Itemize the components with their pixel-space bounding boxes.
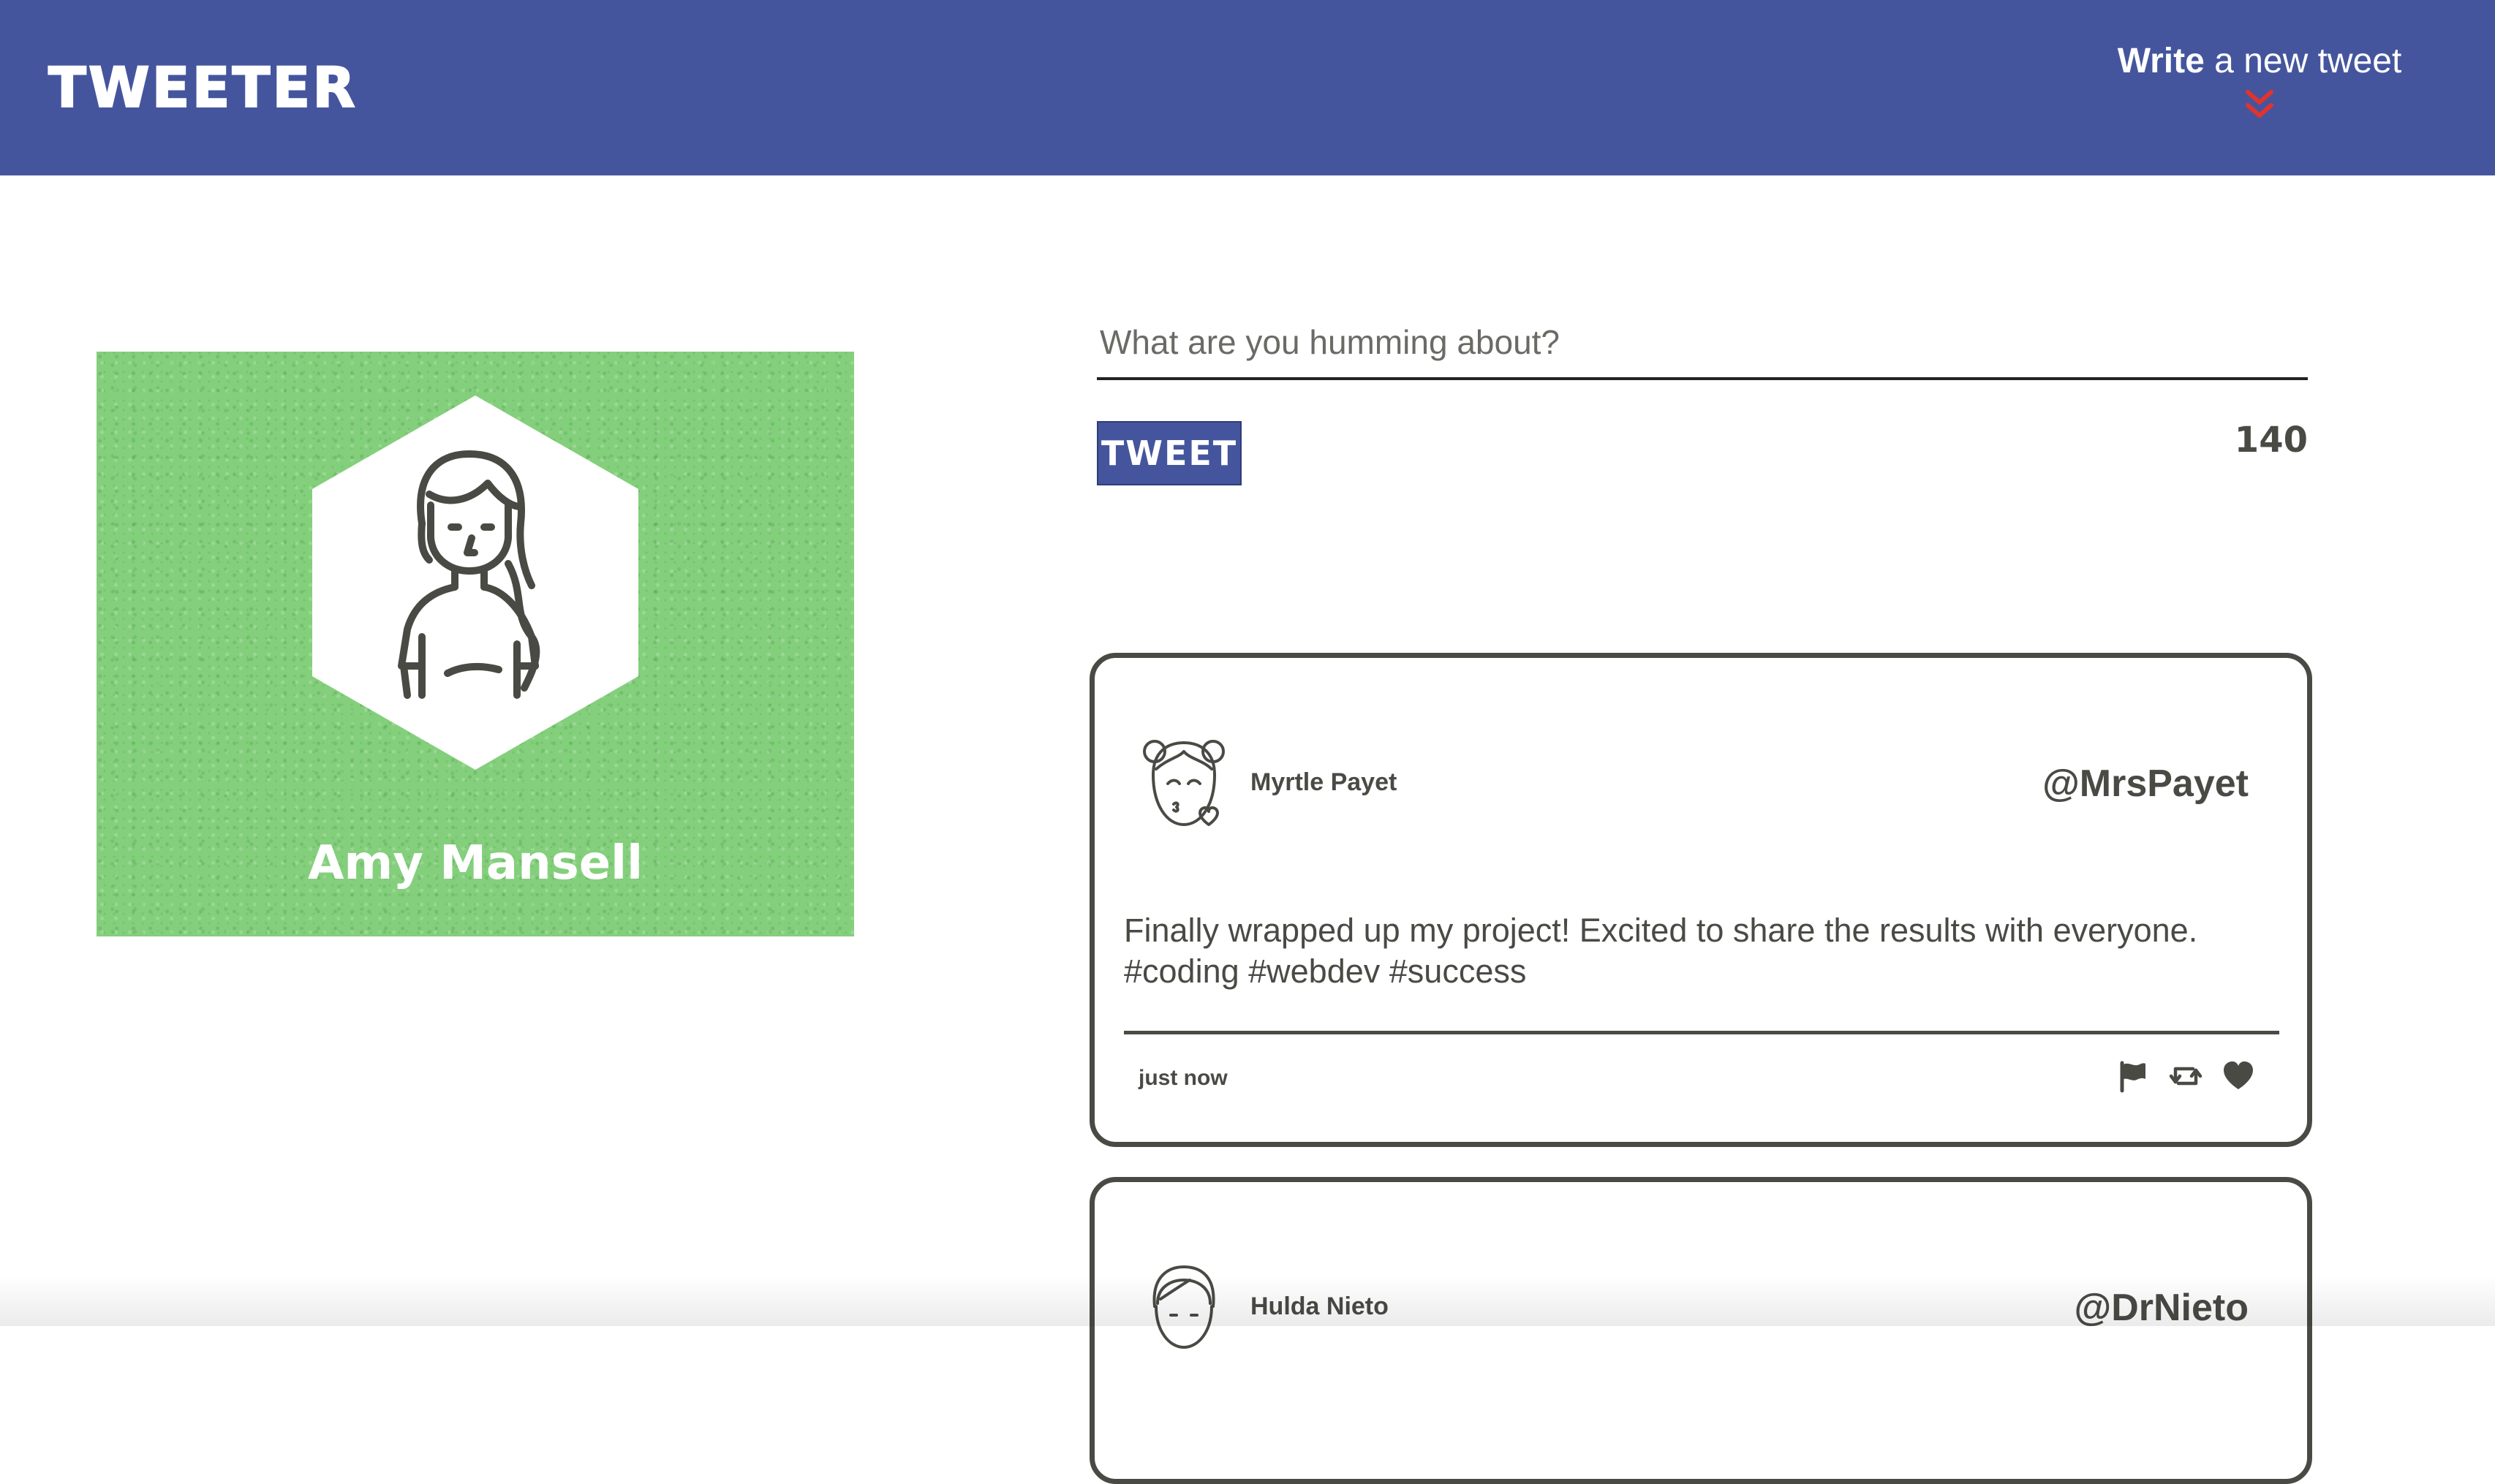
retweet-icon[interactable] (2168, 1059, 2203, 1094)
profile-avatar (312, 395, 638, 770)
profile-name: Amy Mansell (307, 836, 643, 890)
double-chevron-down-icon (2246, 90, 2273, 118)
character-counter: 140 (2234, 420, 2308, 461)
user-avatar (1143, 740, 1225, 826)
tweet-divider (1124, 1031, 2279, 1034)
tweet-card: Hulda Nieto @DrNieto (1090, 1177, 2312, 1484)
write-new-tweet-label: Write a new tweet (2106, 38, 2413, 85)
flag-icon[interactable] (2115, 1059, 2150, 1094)
tweet-author-name: Myrtle Payet (1250, 768, 1397, 796)
compose-form: TWEET 140 (1097, 285, 2308, 497)
tweet-actions (2100, 1059, 2256, 1095)
tweet-author-handle: @DrNieto (2074, 1287, 2249, 1329)
write-bold-text: Write (2117, 42, 2205, 80)
tweet-timestamp: just now (1139, 1066, 1228, 1090)
tweet-content: Finally wrapped up my project! Excited t… (1124, 912, 2198, 990)
tweet-author-name: Hulda Nieto (1250, 1292, 1389, 1320)
tweet-text-input[interactable] (1097, 307, 2308, 380)
brand-logo[interactable]: TWEETER (48, 51, 358, 124)
tweet-card: Myrtle Payet @MrsPayet Finally wrapped u… (1090, 653, 2312, 1147)
tweet-submit-button[interactable]: TWEET (1097, 421, 1242, 485)
write-rest-text: a new tweet (2204, 42, 2402, 80)
heart-icon[interactable] (2221, 1059, 2256, 1094)
user-avatar (1152, 1265, 1215, 1349)
write-new-tweet-toggle[interactable]: Write a new tweet (2106, 38, 2413, 148)
profile-card: Amy Mansell (97, 352, 854, 936)
top-nav: TWEETER Write a new tweet (0, 0, 2495, 175)
tweet-author-handle: @MrsPayet (2042, 762, 2249, 805)
